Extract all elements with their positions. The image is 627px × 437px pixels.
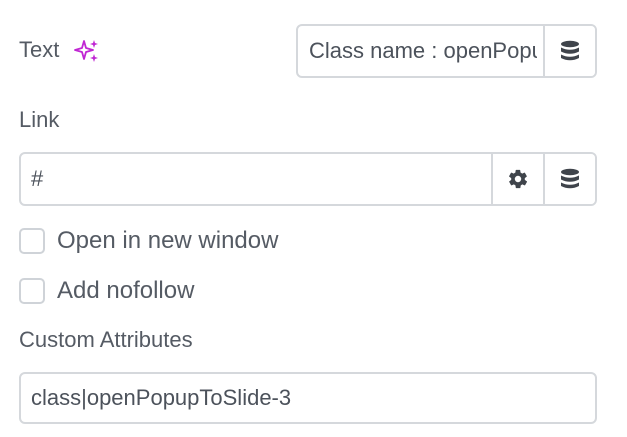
- add-nofollow-label: Add nofollow: [57, 277, 195, 304]
- sparkle-icon[interactable]: [74, 38, 100, 64]
- link-label: Link: [19, 107, 60, 132]
- open-in-new-window-label: Open in new window: [57, 227, 279, 254]
- database-icon: [561, 40, 579, 61]
- custom-attributes-label: Custom Attributes: [19, 327, 193, 352]
- text-input-group: Class name : openPopupToSlide-3: [296, 24, 597, 78]
- custom-attributes-input[interactable]: class|openPopupToSlide-3: [31, 374, 585, 422]
- link-dynamic-button[interactable]: [543, 154, 595, 204]
- gear-icon: [509, 169, 528, 189]
- add-nofollow-option[interactable]: Add nofollow: [19, 277, 194, 305]
- add-nofollow-checkbox[interactable]: [19, 278, 45, 304]
- text-label: Text: [19, 37, 60, 62]
- open-in-new-window-checkbox[interactable]: [19, 228, 45, 254]
- text-input[interactable]: Class name : openPopupToSlide-3: [309, 26, 537, 76]
- open-in-new-window-option[interactable]: Open in new window: [19, 227, 278, 255]
- text-dynamic-button[interactable]: [543, 26, 595, 76]
- link-settings-panel: Text Class name : openPopupToSlide-3 Lin…: [0, 0, 627, 437]
- link-url-input[interactable]: #: [31, 154, 481, 204]
- database-icon: [561, 168, 579, 189]
- link-input-group: #: [19, 152, 597, 206]
- link-settings-button[interactable]: [491, 154, 543, 204]
- custom-attributes-field: class|openPopupToSlide-3: [19, 372, 597, 424]
